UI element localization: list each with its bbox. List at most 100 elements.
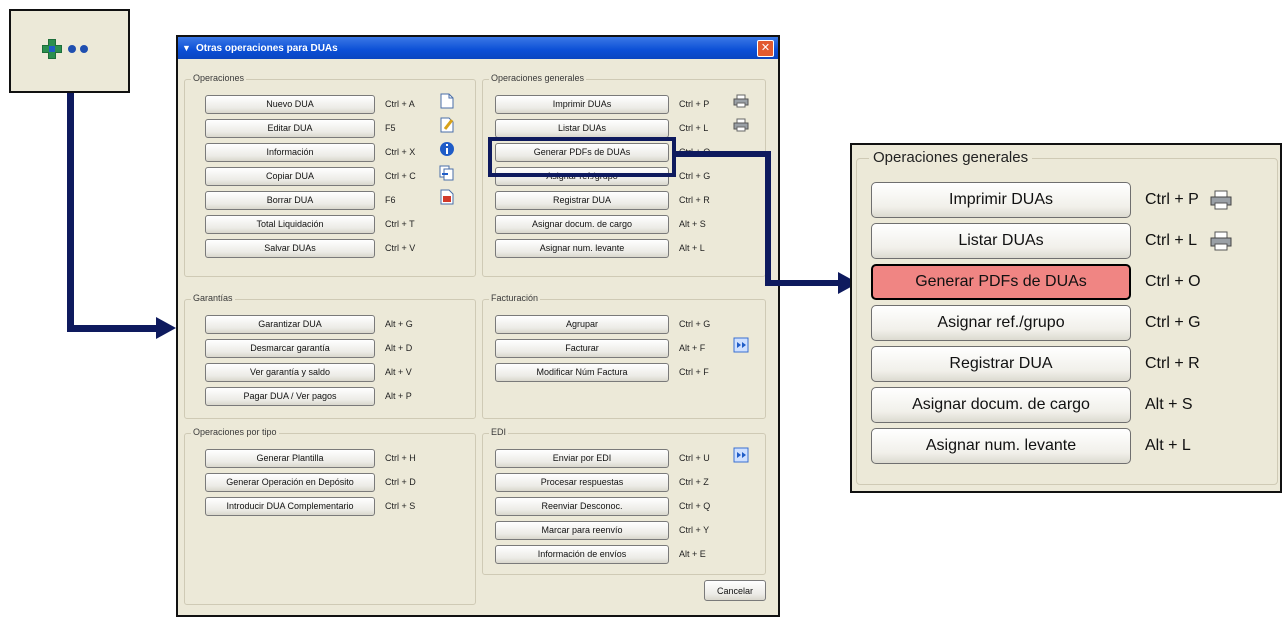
garantizar-dua-button[interactable]: Garantizar DUA (205, 314, 375, 334)
connector-horizontal (67, 325, 157, 332)
shortcut-label: Ctrl + Y (679, 525, 710, 535)
shortcut-label: Ctrl + G (1145, 314, 1201, 331)
shortcut-label: Ctrl + F (679, 367, 709, 377)
delete-icon (439, 189, 455, 205)
imprimir-duas-button[interactable]: Imprimir DUAs (495, 94, 669, 114)
shortcut-label: Alt + D (385, 343, 413, 353)
desmarcar-garantia-button[interactable]: Desmarcar garantía (205, 338, 375, 358)
add-dots-icon (40, 37, 100, 66)
shortcut-label: Ctrl + O (1145, 273, 1201, 290)
ver-garantia-saldo-button[interactable]: Ver garantía y saldo (205, 362, 375, 382)
shortcut-label: Ctrl + R (1145, 355, 1200, 372)
informacion-button[interactable]: Información (205, 142, 375, 162)
generar-plantilla-button[interactable]: Generar Plantilla (205, 448, 375, 468)
shortcut-label: Alt + L (679, 243, 705, 253)
generar-operacion-deposito-button[interactable]: Generar Operación en Depósito (205, 472, 375, 492)
shortcut-label: F5 (385, 123, 396, 133)
borrar-dua-button[interactable]: Borrar DUA (205, 190, 375, 210)
info-icon (439, 141, 455, 157)
printer-icon (1209, 188, 1233, 212)
invoice-icon (733, 337, 749, 353)
shortcut-label: Alt + G (385, 319, 413, 329)
more-operations-toolbar-button[interactable] (9, 9, 130, 93)
asignar-docum-cargo-button[interactable]: Asignar docum. de cargo (871, 387, 1131, 423)
salvar-duas-button[interactable]: Salvar DUAs (205, 238, 375, 258)
window-icon: ▼ (182, 43, 191, 53)
agrupar-button[interactable]: Agrupar (495, 314, 669, 334)
zoom-legend: Operaciones generales (869, 149, 1033, 166)
dialog-title: Otras operaciones para DUAs (196, 42, 338, 54)
group-legend: Operaciones generales (489, 73, 587, 83)
nuevo-dua-button[interactable]: Nuevo DUA (205, 94, 375, 114)
cancel-button[interactable]: Cancelar (704, 580, 766, 601)
group-legend: EDI (489, 427, 509, 437)
editar-dua-button[interactable]: Editar DUA (205, 118, 375, 138)
shortcut-label: Alt + V (385, 367, 412, 377)
group-garantias: Garantías Garantizar DUA Alt + G Desmarca… (184, 293, 476, 419)
shortcut-label: Ctrl + H (385, 453, 416, 463)
shortcut-label: Ctrl + P (1145, 191, 1199, 208)
procesar-respuestas-button[interactable]: Procesar respuestas (495, 472, 669, 492)
modificar-num-factura-button[interactable]: Modificar Núm Factura (495, 362, 669, 382)
copiar-dua-button[interactable]: Copiar DUA (205, 166, 375, 186)
marcar-reenvio-button[interactable]: Marcar para reenvío (495, 520, 669, 540)
asignar-ref-grupo-button[interactable]: Asignar ref./grupo (871, 305, 1131, 341)
asignar-num-levante-button[interactable]: Asignar num. levante (495, 238, 669, 258)
generar-pdfs-button[interactable]: Generar PDFs de DUAs (871, 264, 1131, 300)
shortcut-label: Ctrl + Q (679, 501, 711, 511)
group-legend: Operaciones por tipo (191, 427, 279, 437)
registrar-dua-button[interactable]: Registrar DUA (871, 346, 1131, 382)
edit-document-icon (439, 117, 455, 133)
shortcut-label: Alt + S (1145, 396, 1193, 413)
copy-icon (439, 165, 455, 181)
total-liquidacion-button[interactable]: Total Liquidación (205, 214, 375, 234)
shortcut-label: Alt + F (679, 343, 706, 353)
shortcut-label: Ctrl + L (1145, 232, 1198, 249)
shortcut-label: Ctrl + G (679, 319, 711, 329)
facturar-button[interactable]: Facturar (495, 338, 669, 358)
introducir-dua-complementario-button[interactable]: Introducir DUA Complementario (205, 496, 375, 516)
shortcut-label: Ctrl + U (679, 453, 710, 463)
shortcut-label: Alt + L (1145, 437, 1191, 454)
new-document-icon (439, 93, 455, 109)
highlight-box (488, 137, 676, 177)
reenviar-desconoc-button[interactable]: Reenviar Desconoc. (495, 496, 669, 516)
shortcut-label: Ctrl + Z (679, 477, 709, 487)
printer-icon (733, 93, 749, 109)
pagar-dua-button[interactable]: Pagar DUA / Ver pagos (205, 386, 375, 406)
shortcut-label: Ctrl + A (385, 99, 415, 109)
other-operations-dialog: ▼ Otras operaciones para DUAs ✕ Operacio… (176, 35, 780, 617)
shortcut-label: Ctrl + R (679, 195, 710, 205)
send-edi-icon (733, 447, 749, 463)
shortcut-label: Ctrl + L (679, 123, 709, 133)
printer-icon (1209, 229, 1233, 253)
asignar-docum-cargo-button[interactable]: Asignar docum. de cargo (495, 214, 669, 234)
enviar-edi-button[interactable]: Enviar por EDI (495, 448, 669, 468)
group-operaciones-generales: Operaciones generales Imprimir DUAs Ctrl … (482, 73, 766, 277)
shortcut-label: Alt + S (679, 219, 706, 229)
listar-duas-button[interactable]: Listar DUAs (871, 223, 1131, 259)
shortcut-label: Ctrl + X (385, 147, 416, 157)
shortcut-label: Alt + P (385, 391, 412, 401)
shortcut-label: Ctrl + S (385, 501, 416, 511)
close-button[interactable]: ✕ (757, 40, 774, 57)
registrar-dua-button[interactable]: Registrar DUA (495, 190, 669, 210)
connector-vertical (67, 93, 74, 332)
imprimir-duas-button[interactable]: Imprimir DUAs (871, 182, 1131, 218)
connector-horizontal (674, 151, 770, 157)
shortcut-label: Ctrl + G (679, 171, 711, 181)
group-legend: Garantías (191, 293, 235, 303)
group-operaciones-generales-zoom: Operaciones generales Imprimir DUAs Ctrl … (856, 149, 1278, 485)
group-operaciones-por-tipo: Operaciones por tipo Generar Plantilla Ct… (184, 427, 476, 605)
arrow-head (156, 317, 176, 339)
group-operaciones: Operaciones Nuevo DUA Ctrl + A Editar DUA… (184, 73, 476, 277)
shortcut-label: Alt + E (679, 549, 706, 559)
informacion-envios-button[interactable]: Información de envíos (495, 544, 669, 564)
shortcut-label: F6 (385, 195, 396, 205)
zoom-panel: Operaciones generales Imprimir DUAs Ctrl … (850, 143, 1282, 493)
listar-duas-button[interactable]: Listar DUAs (495, 118, 669, 138)
connector-horizontal (765, 280, 840, 286)
asignar-num-levante-button[interactable]: Asignar num. levante (871, 428, 1131, 464)
group-legend: Operaciones (191, 73, 247, 83)
shortcut-label: Ctrl + T (385, 219, 415, 229)
